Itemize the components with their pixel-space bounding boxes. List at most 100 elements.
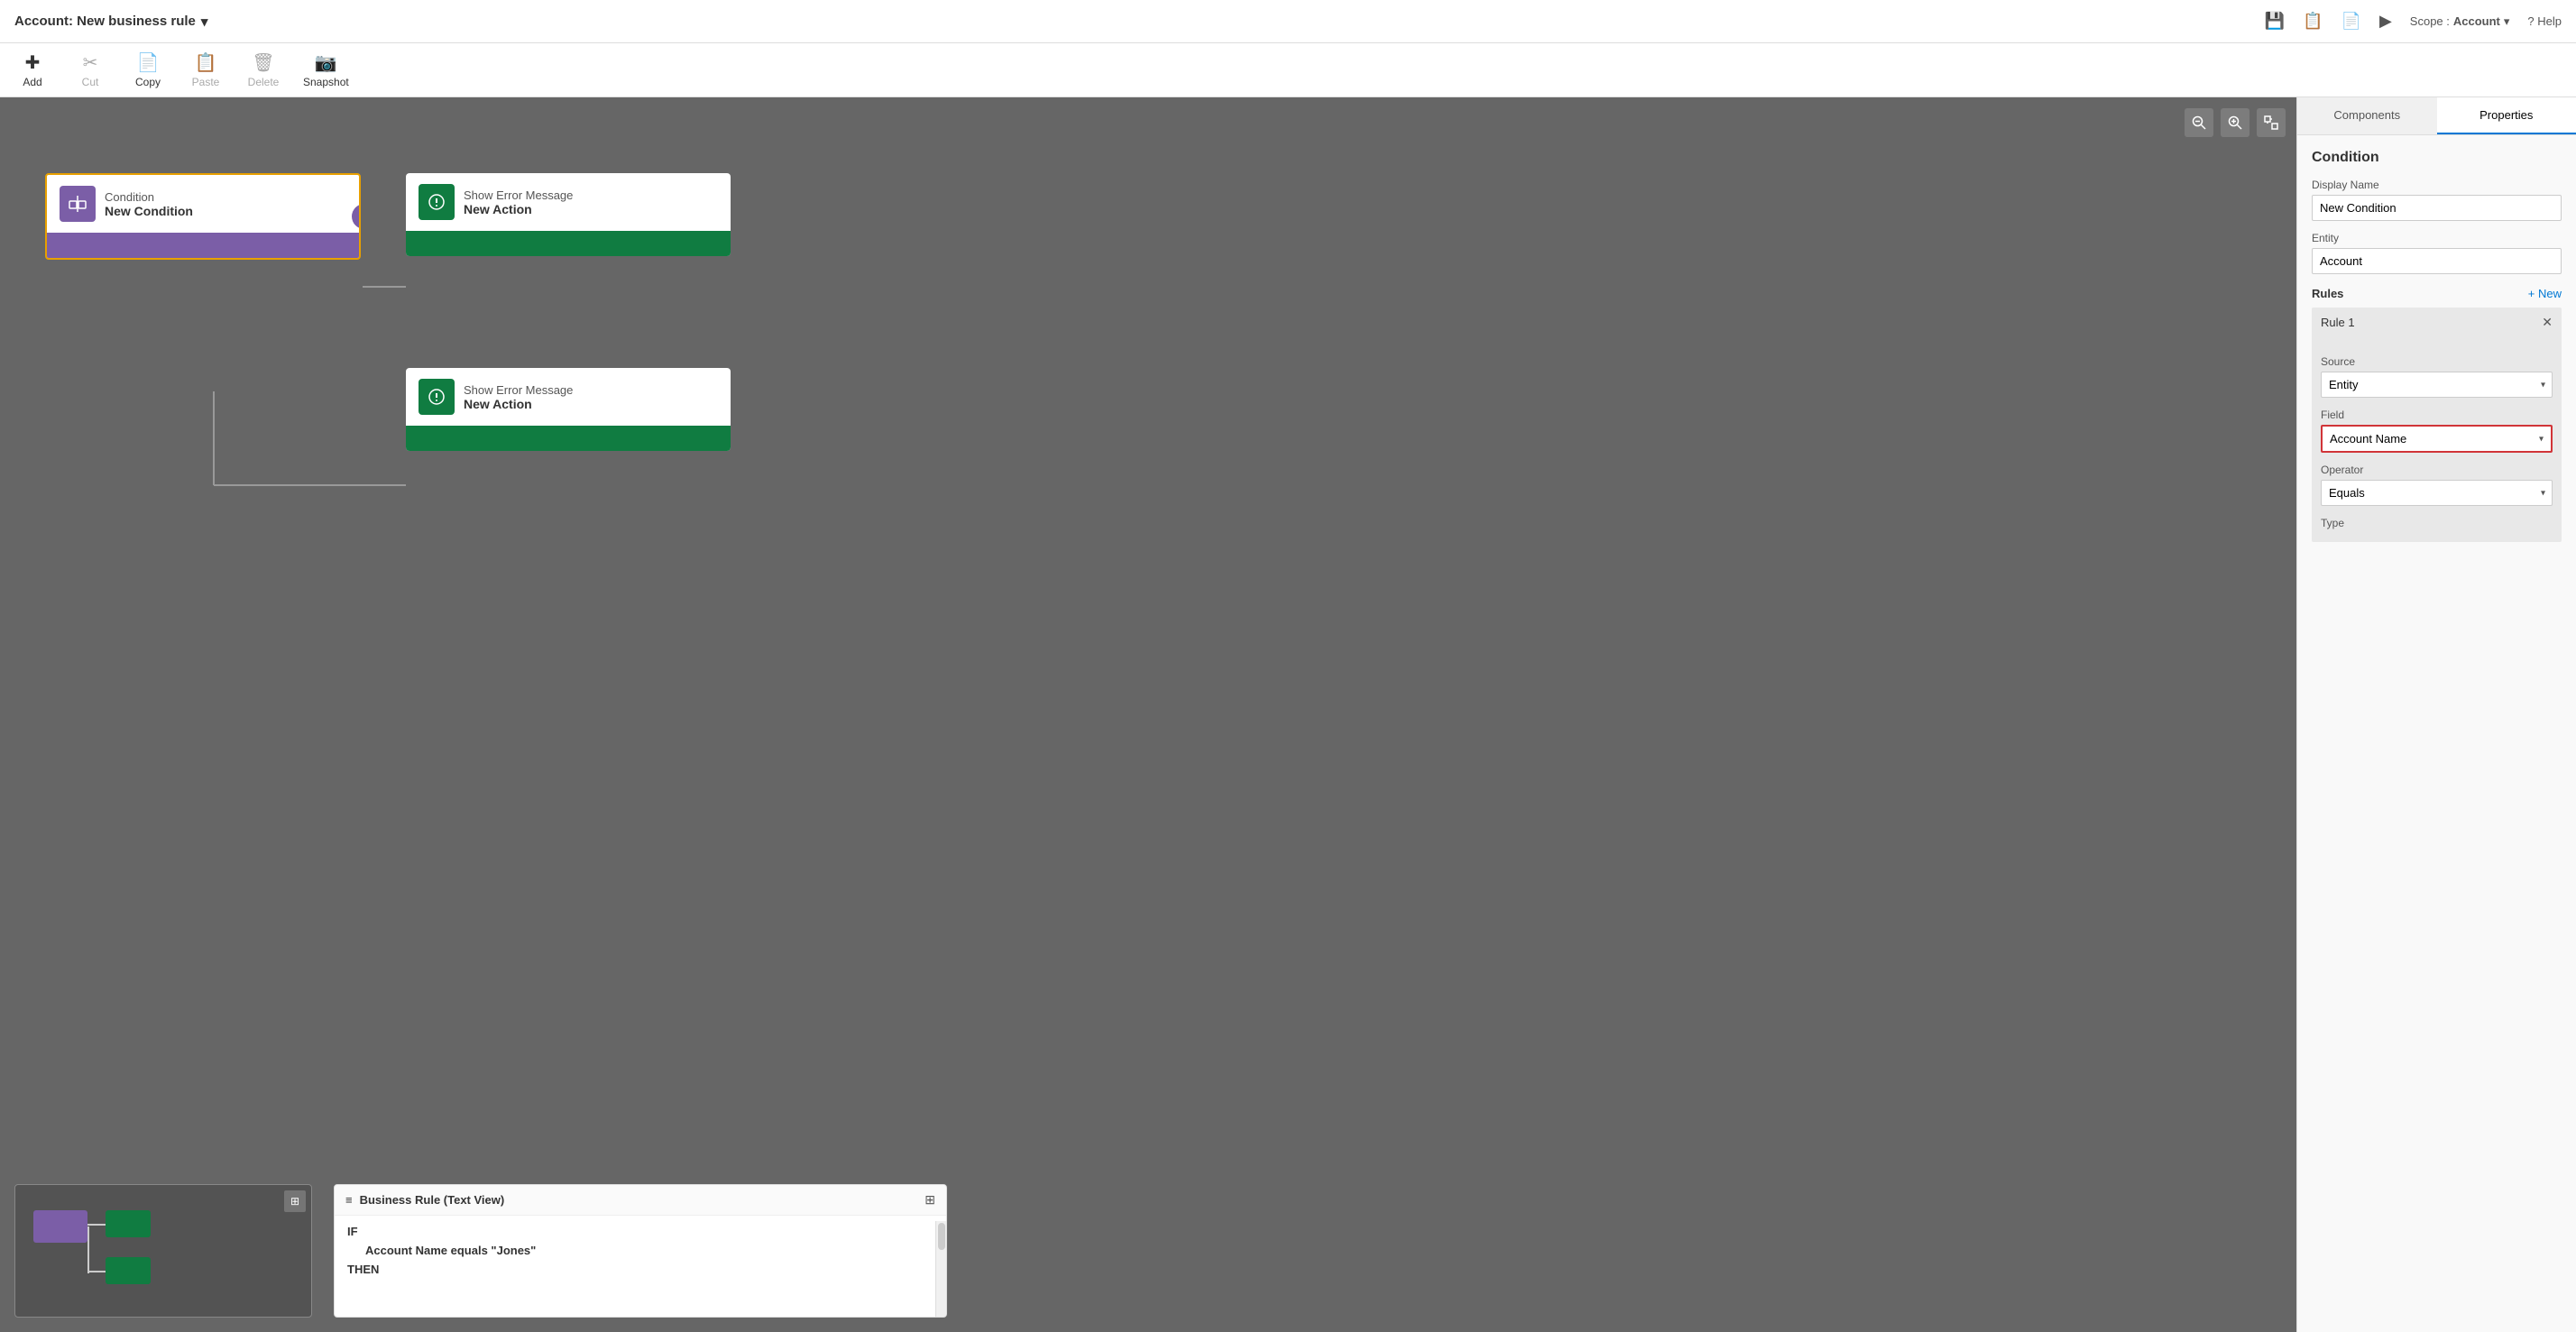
panel-section-title: Condition: [2312, 150, 2562, 166]
cut-icon: ✂: [83, 51, 98, 74]
operator-select[interactable]: Equals: [2321, 480, 2553, 506]
text-view-panel: ≡ Business Rule (Text View) ⊞ IF Account…: [334, 1184, 947, 1318]
mini-action-node-1: [106, 1210, 151, 1237]
main-layout: Condition New Condition ✓ ✕ Show Error M…: [0, 97, 2576, 1332]
rule-body: Source Entity ▾ Field Account Name ▾: [2312, 337, 2562, 542]
text-view-header: ≡ Business Rule (Text View) ⊞: [335, 1185, 946, 1216]
action-node-2-header: Show Error Message New Action: [406, 368, 731, 426]
condition-text: Condition New Condition: [105, 190, 193, 218]
mini-condition-node: [33, 1210, 87, 1243]
panel-tabs: Components Properties: [2297, 97, 2576, 135]
cut-label: Cut: [82, 76, 99, 88]
operator-label: Operator: [2321, 464, 2553, 476]
help-label[interactable]: ? Help: [2527, 14, 2562, 28]
title-bar-right: 💾 📋 📄 ▶ Scope : Account ▾ ? Help: [2265, 12, 2562, 31]
copy-icon: 📄: [137, 51, 160, 74]
rule-item-header: Rule 1 ✕: [2312, 308, 2562, 337]
canvas-controls: [2185, 108, 2286, 137]
scope-label: Scope : Account ▾: [2410, 14, 2510, 29]
action-node-1-footer: [406, 231, 731, 256]
zoom-out-button[interactable]: [2185, 108, 2213, 137]
source-select-wrapper: Entity ▾: [2321, 372, 2553, 398]
scope-value[interactable]: Account: [2453, 14, 2500, 28]
add-icon: ✚: [25, 51, 41, 74]
scope-dropdown[interactable]: ▾: [2504, 14, 2510, 29]
mini-connector-v: [87, 1226, 89, 1273]
operator-select-wrapper: Equals ▾: [2321, 480, 2553, 506]
condition-node-header: Condition New Condition: [47, 175, 359, 233]
text-view-expand-button[interactable]: ⊞: [925, 1192, 935, 1208]
title-dropdown-arrow[interactable]: ▾: [201, 14, 208, 30]
text-scrollbar[interactable]: [935, 1221, 946, 1317]
action-name-1: New Action: [464, 202, 573, 216]
field-select[interactable]: Account Name: [2323, 427, 2551, 451]
cut-button[interactable]: ✂ Cut: [72, 51, 108, 88]
snapshot-button[interactable]: 📷 Snapshot: [303, 51, 349, 88]
action-name-2: New Action: [464, 397, 573, 411]
title-bar-left: Account: New business rule ▾: [14, 14, 207, 30]
rules-header: Rules + New: [2312, 287, 2562, 300]
rules-icon[interactable]: 📋: [2303, 12, 2323, 31]
title-bar: Account: New business rule ▾ 💾 📋 📄 ▶ Sco…: [0, 0, 2576, 43]
mini-action-node-2: [106, 1257, 151, 1284]
text-view-title-label: Business Rule (Text View): [360, 1193, 505, 1207]
action-node-1-header: Show Error Message New Action: [406, 173, 731, 231]
text-if-keyword: IF: [347, 1225, 358, 1238]
action-icon-1: [419, 184, 455, 220]
action-icon-2: [419, 379, 455, 415]
mini-map: ⊞: [14, 1184, 312, 1318]
check-rule-icon[interactable]: 📄: [2341, 12, 2361, 31]
condition-name: New Condition: [105, 204, 193, 218]
rule-item-1: Rule 1 ✕ Source Entity ▾ Field: [2312, 308, 2562, 542]
rule-title: Rule 1: [2321, 316, 2355, 329]
text-scrollbar-thumb: [938, 1223, 945, 1250]
text-condition: Account Name equals "Jones": [365, 1244, 536, 1257]
rules-title: Rules: [2312, 287, 2343, 300]
components-tab[interactable]: Components: [2297, 97, 2437, 134]
display-name-label: Display Name: [2312, 179, 2562, 191]
text-view-body: IF Account Name equals "Jones" THEN: [335, 1216, 946, 1311]
panel-content: Condition Display Name Entity Rules + Ne…: [2297, 135, 2576, 560]
copy-button[interactable]: 📄 Copy: [130, 51, 166, 88]
save-icon[interactable]: 💾: [2265, 12, 2285, 31]
condition-node-footer: [47, 233, 359, 258]
snapshot-icon: 📷: [315, 51, 337, 74]
entity-label: Entity: [2312, 232, 2562, 244]
field-label: Field: [2321, 409, 2553, 421]
paste-icon: 📋: [195, 51, 217, 74]
properties-tab[interactable]: Properties: [2437, 97, 2576, 134]
action-node-2-footer: [406, 426, 731, 451]
display-name-input[interactable]: [2312, 195, 2562, 221]
delete-button[interactable]: 🗑 Delete: [245, 51, 281, 88]
connectors-svg: [0, 97, 2296, 1332]
fit-canvas-button[interactable]: [2257, 108, 2286, 137]
snapshot-label: Snapshot: [303, 76, 349, 88]
mini-connector-h1: [87, 1224, 106, 1226]
text-then-keyword: THEN: [347, 1263, 379, 1276]
condition-node[interactable]: Condition New Condition ✓ ✕: [45, 173, 361, 260]
source-select[interactable]: Entity: [2321, 372, 2553, 398]
canvas-area[interactable]: Condition New Condition ✓ ✕ Show Error M…: [0, 97, 2296, 1332]
zoom-in-button[interactable]: [2221, 108, 2249, 137]
action-label-2: Show Error Message: [464, 383, 573, 397]
action-node-1[interactable]: Show Error Message New Action: [406, 173, 731, 256]
delete-icon: 🗑: [252, 51, 274, 74]
condition-icon: [60, 186, 96, 222]
mini-connector-h2: [87, 1271, 106, 1272]
add-label: Add: [23, 76, 41, 88]
paste-label: Paste: [192, 76, 220, 88]
add-button[interactable]: ✚ Add: [14, 51, 51, 88]
play-icon[interactable]: ▶: [2379, 12, 2392, 31]
text-view-title: ≡ Business Rule (Text View): [345, 1193, 504, 1207]
toolbar: ✚ Add ✂ Cut 📄 Copy 📋 Paste 🗑 Delete 📷 Sn…: [0, 43, 2576, 97]
mini-map-expand-button[interactable]: ⊞: [284, 1190, 306, 1212]
paste-button[interactable]: 📋 Paste: [188, 51, 224, 88]
rule-close-button[interactable]: ✕: [2542, 315, 2553, 330]
delete-label: Delete: [248, 76, 280, 88]
condition-label: Condition: [105, 190, 193, 204]
new-rule-link[interactable]: + New: [2528, 287, 2562, 300]
copy-label: Copy: [135, 76, 161, 88]
entity-input[interactable]: [2312, 248, 2562, 274]
action-node-2[interactable]: Show Error Message New Action: [406, 368, 731, 451]
right-panel: Components Properties Condition Display …: [2296, 97, 2576, 1332]
